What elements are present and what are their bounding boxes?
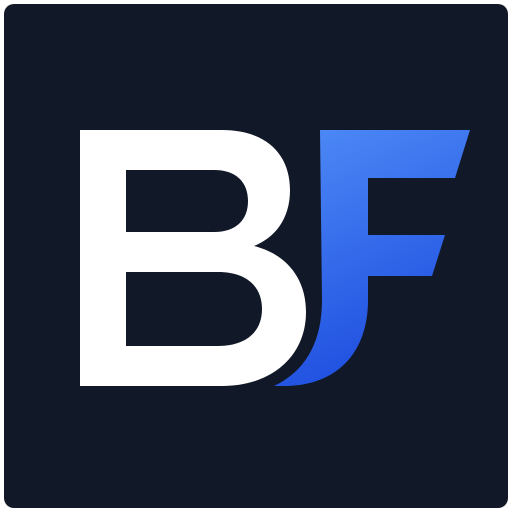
app-icon-canvas: BF xyxy=(0,0,512,512)
bf-monogram-logo xyxy=(80,130,470,386)
letter-f-mark xyxy=(274,130,470,386)
letter-b-mark xyxy=(80,130,306,386)
